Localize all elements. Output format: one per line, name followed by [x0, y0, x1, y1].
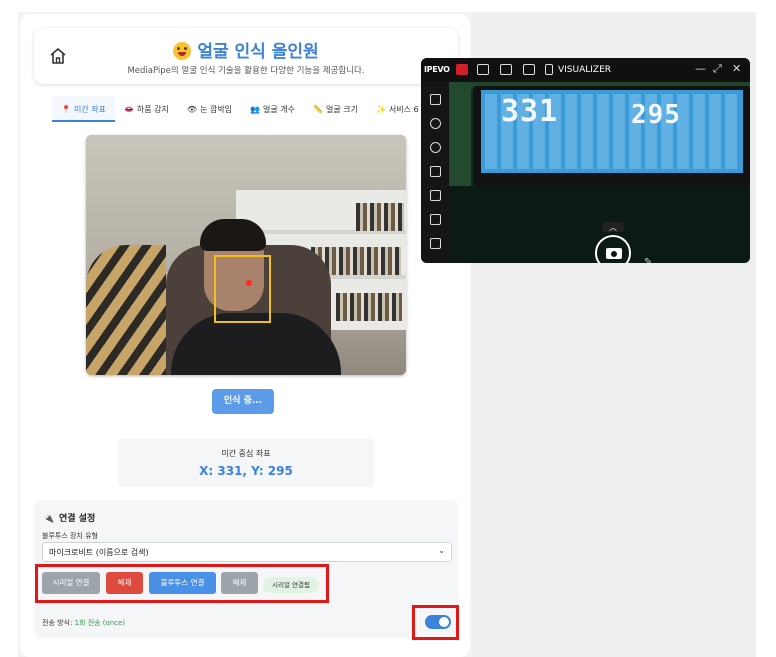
connection-title: 🔌 연결 설정	[44, 511, 95, 524]
panel-icon[interactable]	[545, 64, 553, 75]
mouth-icon: 👄	[123, 105, 134, 114]
books	[356, 203, 404, 231]
tab-label: 하품 감지	[136, 105, 169, 114]
page-subtitle: MediaPipe의 얼굴 인식 기술을 활용한 다양한 기능을 제공합니다.	[127, 66, 365, 76]
send-mode: 전송 방식: 1회 전송 (once)	[42, 618, 125, 628]
recognize-button[interactable]: 인식 중...	[212, 389, 274, 414]
header-card: 얼굴 인식 올인원 MediaPipe의 얼굴 인식 기술을 활용한 다양한 기…	[34, 28, 458, 84]
add-window-icon[interactable]	[500, 64, 512, 75]
visualizer-window: IPEVO VISUALIZER — ⤢ ✕ 331 295 ︿ ✎	[421, 58, 750, 263]
face-bounding-box	[214, 255, 271, 323]
send-mode-value: 1회 전송 (once)	[74, 619, 126, 627]
pip-icon[interactable]	[523, 64, 535, 75]
tab-eye-blink[interactable]: 👁 눈 깜박임	[178, 96, 241, 122]
hourglass-icon[interactable]	[430, 166, 441, 177]
eye-icon: 👁	[186, 105, 198, 114]
close-icon[interactable]: ✕	[732, 62, 741, 75]
lcd-x-value: 331	[501, 94, 559, 129]
bluetooth-disconnect-button[interactable]: 해제	[221, 572, 258, 594]
people-icon: 👥	[250, 105, 261, 114]
serial-disconnect-button[interactable]: 해제	[106, 572, 143, 594]
tab-yawn-detect[interactable]: 👄 하품 감지	[115, 96, 178, 122]
plug-icon: 🔌	[44, 514, 54, 523]
tab-label: 미간 좌표	[73, 105, 106, 114]
service-tabs: 📍 미간 좌표 👄 하품 감지 👁 눈 깜박임 👥 얼굴 개수 📏 얼굴 크기 ✨ 서비스 …	[52, 96, 428, 122]
ipevo-logo: IPEVO	[424, 65, 450, 74]
visualizer-title: VISUALIZER	[558, 65, 612, 75]
lcd-y-value: 295	[631, 100, 681, 130]
sparkle-icon: ✨	[375, 105, 386, 114]
connection-title-text: 연결 설정	[58, 514, 96, 524]
send-mode-toggle[interactable]	[425, 615, 451, 629]
annotate-pen-icon[interactable]: ✎	[644, 257, 652, 263]
wooden-chair	[86, 245, 166, 375]
expand-icon[interactable]: ⤢	[713, 62, 722, 76]
ruler-icon: 📏	[313, 105, 323, 114]
flip-vertical-icon[interactable]	[430, 190, 441, 201]
visualizer-feed: 331 295 ︿ ✎	[449, 82, 750, 263]
coordinate-value: X: 331, Y: 295	[199, 464, 293, 478]
visualizer-sidebar	[421, 82, 449, 263]
camera-capture-button[interactable]	[595, 235, 631, 263]
tab-label: 얼굴 개수	[263, 105, 295, 114]
settings-icon[interactable]	[477, 64, 489, 75]
exposure-icon[interactable]	[430, 142, 441, 153]
crop-icon[interactable]	[430, 238, 441, 249]
page-title: 얼굴 인식 올인원	[197, 42, 319, 62]
document-icon[interactable]	[430, 94, 441, 105]
focus-icon[interactable]	[430, 118, 441, 129]
page-title-row: 얼굴 인식 올인원	[34, 37, 458, 62]
bluetooth-connect-button[interactable]: 블루투스 연결	[149, 572, 216, 594]
chevron-up-icon[interactable]: ︿	[602, 222, 624, 232]
books	[336, 293, 402, 321]
bt-type-select[interactable]: 마이크로비트 (이름으로 검색) ⌄	[42, 542, 452, 562]
coordinate-label: 미간 중심 좌표	[221, 449, 271, 458]
serial-connect-button[interactable]: 시리얼 연결	[42, 572, 100, 594]
tab-label: 얼굴 크기	[325, 105, 358, 114]
smiley-icon	[173, 42, 192, 60]
bt-type-label: 블루투스 장치 유형	[42, 532, 98, 540]
visualizer-titlebar: IPEVO VISUALIZER — ⤢ ✕	[421, 58, 750, 82]
glabella-marker	[246, 280, 252, 286]
webcam-feed	[86, 135, 406, 375]
camera-lens	[610, 250, 618, 258]
tab-label: 눈 깜박임	[200, 105, 233, 114]
person-hair	[200, 219, 266, 251]
tab-glabella-coords[interactable]: 📍 미간 좌표	[52, 96, 115, 122]
bt-type-selected: 마이크로비트 (이름으로 검색)	[49, 548, 149, 557]
minimize-icon[interactable]: —	[695, 62, 706, 75]
coordinate-display: 미간 중심 좌표 X: 331, Y: 295	[118, 439, 374, 487]
send-mode-label: 전송 방식:	[42, 619, 73, 627]
chevron-down-icon: ⌄	[438, 546, 445, 555]
tab-label: 서비스 6	[388, 105, 419, 114]
tab-service-6[interactable]: ✨ 서비스 6	[367, 96, 428, 122]
record-icon[interactable]	[456, 64, 468, 75]
tab-face-size[interactable]: 📏 얼굴 크기	[304, 96, 367, 122]
flip-horizontal-icon[interactable]	[430, 214, 441, 225]
pin-icon: 📍	[61, 105, 71, 114]
tab-face-count[interactable]: 👥 얼굴 개수	[241, 96, 304, 122]
connection-status-badge: 시리얼 연결됨	[263, 577, 319, 593]
